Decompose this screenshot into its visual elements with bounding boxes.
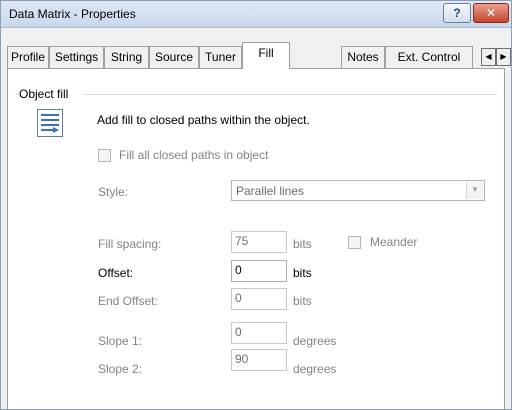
- object-fill-group-title: Object fill: [19, 87, 72, 101]
- title-bar[interactable]: Data Matrix - Properties ? ✕: [1, 1, 511, 28]
- tab-settings[interactable]: Settings: [49, 46, 104, 68]
- tab-source[interactable]: Source: [149, 46, 199, 68]
- slope1-input[interactable]: 0: [231, 322, 287, 344]
- tab-scroll-right-icon[interactable]: ▶: [496, 48, 511, 66]
- end-offset-unit: bits: [293, 294, 312, 308]
- fill-all-checkbox[interactable]: [98, 149, 111, 162]
- offset-label: Offset:: [98, 266, 134, 280]
- tab-fill[interactable]: Fill: [242, 42, 290, 69]
- fill-lines-icon: [37, 109, 63, 137]
- tab-notes[interactable]: Notes: [341, 46, 385, 68]
- fill-all-label: Fill all closed paths in object: [119, 148, 269, 162]
- close-button[interactable]: ✕: [473, 3, 509, 23]
- slope1-unit: degrees: [293, 334, 337, 348]
- tab-string[interactable]: String: [104, 46, 149, 68]
- end-offset-input[interactable]: 0: [231, 288, 287, 310]
- offset-input[interactable]: 0: [231, 260, 287, 282]
- help-button[interactable]: ?: [443, 3, 471, 23]
- style-select[interactable]: Parallel lines ▼: [231, 180, 485, 201]
- meander-checkbox[interactable]: [348, 236, 361, 249]
- group-divider: [83, 94, 497, 95]
- style-select-value: Parallel lines: [236, 184, 305, 198]
- tab-strip: Profile Settings String Source Tuner Fil…: [7, 42, 511, 69]
- properties-window: Data Matrix - Properties ? ✕ Profile Set…: [0, 0, 512, 410]
- fill-spacing-unit: bits: [293, 237, 312, 251]
- meander-label: Meander: [370, 235, 418, 249]
- fill-description: Add fill to closed paths within the obje…: [97, 113, 310, 127]
- tab-scroll-arrows: ◀ ▶: [481, 48, 511, 66]
- slope2-input[interactable]: 90: [231, 349, 287, 371]
- fill-spacing-label: Fill spacing:: [98, 237, 162, 251]
- slope1-label: Slope 1:: [98, 334, 143, 348]
- slope2-label: Slope 2:: [98, 362, 143, 376]
- end-offset-label: End Offset:: [98, 294, 158, 308]
- tab-scroll-left-icon[interactable]: ◀: [481, 48, 496, 66]
- slope2-unit: degrees: [293, 362, 337, 376]
- style-label: Style:: [98, 185, 129, 199]
- fill-spacing-input[interactable]: 75: [231, 231, 287, 253]
- chevron-down-icon[interactable]: ▼: [466, 182, 483, 199]
- tab-profile[interactable]: Profile: [7, 46, 49, 68]
- tab-ext-control[interactable]: Ext. Control: [385, 46, 473, 68]
- tab-tuner[interactable]: Tuner: [199, 46, 242, 68]
- window-title: Data Matrix - Properties: [9, 7, 136, 21]
- offset-unit: bits: [293, 266, 312, 280]
